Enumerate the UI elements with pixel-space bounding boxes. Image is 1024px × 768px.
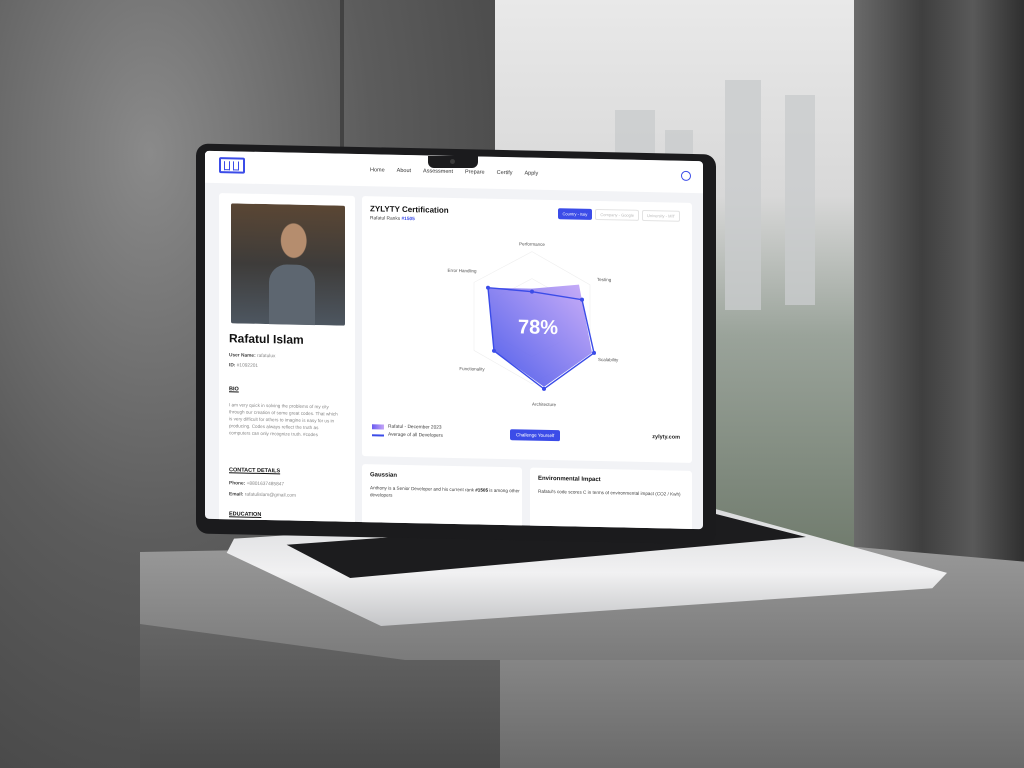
gaussian-text: Anthony is a Senior Developer and his cu… xyxy=(370,484,520,501)
laptop-screen: Home About Assessment Prepare Certify Ap… xyxy=(205,150,703,530)
education-title: EDUCATION xyxy=(229,511,262,518)
gaussian-rank: #1505 xyxy=(475,487,488,493)
username-label: User Name: xyxy=(229,353,256,359)
brand-link[interactable]: zylyty.com xyxy=(652,434,680,441)
rank-value: #1505 xyxy=(401,216,415,223)
phone-row: Phone: +8801637485847 xyxy=(229,481,284,487)
tab-country[interactable]: Country - Italy xyxy=(557,208,593,220)
axis-label-functionality: Functionality xyxy=(459,366,485,372)
logo-icon[interactable] xyxy=(219,157,245,174)
axis-label-testing: Testing xyxy=(597,277,612,282)
legend-swatch-average xyxy=(372,433,384,437)
radar-point xyxy=(486,285,490,290)
nav-item-prepare[interactable]: Prepare xyxy=(465,169,485,175)
chart-legend: Rafatul - December 2023 Average of all D… xyxy=(372,424,443,441)
building xyxy=(725,80,761,310)
nav-item-certify[interactable]: Certify xyxy=(497,170,513,176)
challenge-yourself-button[interactable]: Challenge Yourself xyxy=(510,429,561,442)
environment-text: Rafatul's code scores C in terms of envi… xyxy=(538,488,681,497)
environmental-impact-card: Environmental Impact Rafatul's code scor… xyxy=(530,467,692,530)
bio-title: BIO xyxy=(229,386,239,393)
email-label: Email: xyxy=(229,492,244,498)
legend-label-rafatul: Rafatul - December 2023 xyxy=(388,424,442,431)
gaussian-title: Gaussian xyxy=(370,472,398,479)
bio-text: I am very quick in solving the problems … xyxy=(229,402,338,438)
profile-photo xyxy=(231,203,345,326)
legend-label-average: Average of all Developers xyxy=(388,432,443,439)
gaussian-text-prefix: Anthony is a Senior Developer and his cu… xyxy=(370,485,474,493)
email-row: Email: rafatulislam@gmail.com xyxy=(229,492,296,498)
contact-title: CONTACT DETAILS xyxy=(229,467,281,475)
axis-label-scalability: Scalability xyxy=(598,357,619,362)
tab-company[interactable]: Company - Google xyxy=(595,208,639,221)
id-row: ID: #1092201 xyxy=(229,363,258,369)
tab-university[interactable]: University - MIT xyxy=(642,209,680,222)
ranking-tabs: Country - Italy Company - Google Univers… xyxy=(557,208,680,222)
environment-title: Environmental Impact xyxy=(538,475,601,484)
axis-label-error-handling: Error Handling xyxy=(447,268,477,274)
id-value: #1092201 xyxy=(236,363,259,369)
gaussian-card: Gaussian Anthony is a Senior Developer a… xyxy=(362,464,522,530)
nav-item-apply[interactable]: Apply xyxy=(524,170,538,176)
certification-title: ZYLYTY Certification xyxy=(370,204,449,215)
main-nav: Home About Assessment Prepare Certify Ap… xyxy=(370,167,538,177)
axis-label-architecture: Architecture xyxy=(532,402,557,408)
email-value[interactable]: rafatulislam@gmail.com xyxy=(245,493,296,499)
rank-line: Rafatul Ranks #1505 xyxy=(370,216,415,222)
nav-item-home[interactable]: Home xyxy=(370,167,385,173)
profile-card: Rafatul Islam User Name: rafatulux ID: #… xyxy=(219,193,355,530)
rank-prefix: Rafatul Ranks xyxy=(370,216,401,222)
building xyxy=(785,95,815,305)
phone-label: Phone: xyxy=(229,481,246,487)
skills-radar-chart: Performance Testing Scalability Architec… xyxy=(447,241,619,408)
webcam-notch xyxy=(428,156,478,168)
username-value: rafatulux xyxy=(257,353,276,360)
nav-item-assessment[interactable]: Assessment xyxy=(423,168,453,175)
nav-item-about[interactable]: About xyxy=(397,168,411,174)
certification-card: ZYLYTY Certification Rafatul Ranks #1505… xyxy=(362,196,692,463)
overall-score: 78% xyxy=(518,316,558,339)
username-row: User Name: rafatulux xyxy=(229,353,275,359)
phone-value: +8801637485847 xyxy=(246,481,285,488)
legend-item-rafatul: Rafatul - December 2023 xyxy=(372,424,443,431)
profile-name: Rafatul Islam xyxy=(229,331,304,347)
axis-label-performance: Performance xyxy=(519,241,545,247)
curtain xyxy=(854,0,1024,600)
id-label: ID: xyxy=(229,363,236,369)
user-profile-icon[interactable] xyxy=(681,170,691,181)
legend-swatch-rafatul xyxy=(372,424,384,430)
legend-item-average: Average of all Developers xyxy=(372,432,443,439)
